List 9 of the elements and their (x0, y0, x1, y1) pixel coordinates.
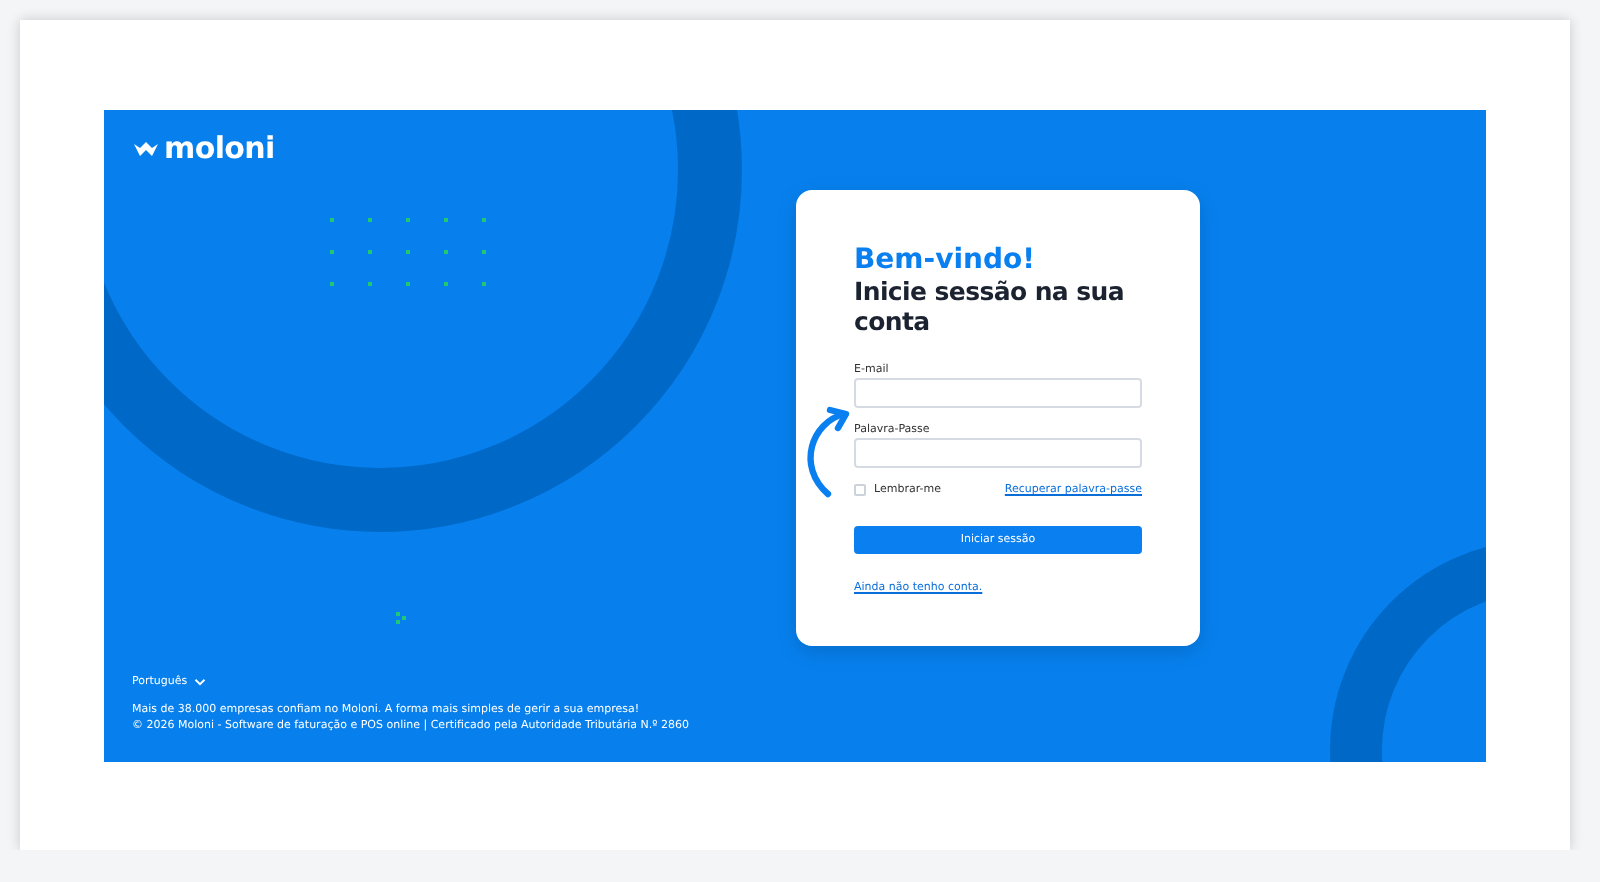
input-field[interactable] (854, 438, 1142, 468)
logo-icon (132, 139, 160, 159)
login-heading: Inicie sessão na sua conta (854, 276, 1126, 336)
pixel-shape-icon (396, 612, 408, 626)
welcome-title: Bem-vindo! (854, 246, 1037, 276)
input-field[interactable] (854, 378, 1142, 408)
remember-checkbox[interactable] (854, 484, 866, 496)
logo-text: moloni (164, 134, 275, 164)
chevron-down-icon (193, 678, 206, 686)
